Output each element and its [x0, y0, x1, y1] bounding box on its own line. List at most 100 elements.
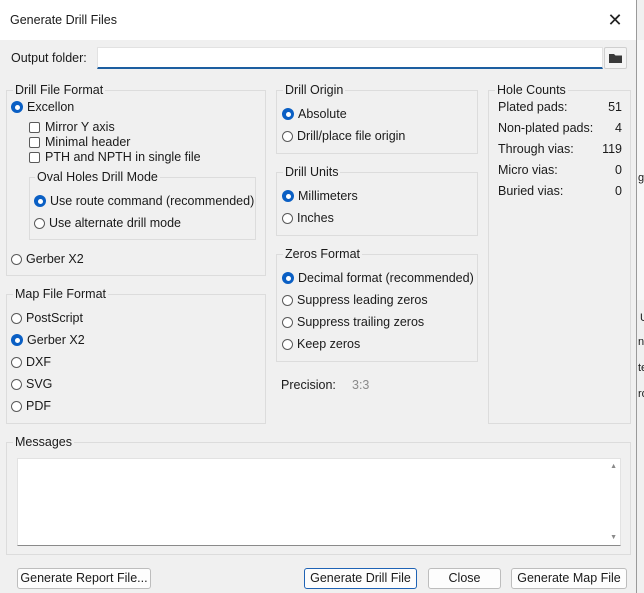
pth-npth-single-label: PTH and NPTH in single file [45, 150, 201, 164]
radio-icon [11, 400, 22, 412]
zeros-format-title: Zeros Format [283, 247, 363, 261]
generate-drill-button[interactable]: Generate Drill File [304, 568, 417, 589]
map-dxf-label: DXF [26, 355, 51, 369]
map-dxf-radio[interactable]: DXF [11, 353, 51, 371]
map-svg-radio[interactable]: SVG [11, 375, 52, 393]
precision-value: 3:3 [352, 378, 370, 392]
dialog-title: Generate Drill Files [10, 13, 117, 27]
drill-units-title: Drill Units [283, 165, 341, 179]
buried-vias-row: Buried vias: 0 [498, 184, 622, 198]
absolute-origin-label: Absolute [298, 107, 347, 121]
millimeters-label: Millimeters [298, 189, 358, 203]
background-text: U [640, 312, 644, 324]
generate-drill-files-dialog: Generate Drill Files ✕ Output folder: Dr… [0, 0, 637, 593]
decimal-format-label: Decimal format (recommended) [298, 271, 474, 285]
count-value: 0 [615, 184, 622, 198]
suppress-trailing-radio[interactable]: Suppress trailing zeros [282, 313, 424, 331]
millimeters-radio[interactable]: Millimeters [282, 187, 358, 205]
background-text: g [638, 172, 644, 184]
output-folder-input[interactable] [97, 47, 603, 69]
count-label: Through vias: [498, 142, 574, 156]
background-text: te [638, 362, 644, 374]
count-label: Buried vias: [498, 184, 564, 198]
file-origin-label: Drill/place file origin [297, 129, 406, 143]
suppress-leading-radio[interactable]: Suppress leading zeros [282, 291, 428, 309]
checkbox-icon [29, 136, 40, 148]
scroll-up-icon[interactable]: ▲ [610, 463, 617, 470]
map-gerber-x2-label: Gerber X2 [27, 333, 85, 347]
count-value: 51 [608, 100, 622, 114]
messages-textarea[interactable]: ▲ ▼ [17, 458, 621, 546]
non-plated-pads-row: Non-plated pads: 4 [498, 121, 622, 135]
precision-label: Precision: [281, 378, 336, 392]
messages-title: Messages [13, 435, 74, 449]
count-label: Plated pads: [498, 100, 568, 114]
suppress-trailing-label: Suppress trailing zeros [297, 315, 425, 329]
folder-icon [609, 54, 622, 63]
inches-label: Inches [297, 211, 334, 225]
checkbox-icon [29, 121, 40, 133]
radio-icon [34, 217, 45, 229]
scroll-down-icon[interactable]: ▼ [610, 534, 617, 541]
alternate-drill-radio[interactable]: Use alternate drill mode [34, 214, 181, 232]
route-command-radio[interactable]: Use route command (recommended) [34, 192, 254, 210]
radio-icon [282, 294, 293, 306]
checkbox-icon [29, 151, 40, 163]
background-window [636, 40, 644, 300]
drill-origin-title: Drill Origin [283, 83, 346, 97]
hole-counts-title: Hole Counts [495, 83, 568, 97]
map-pdf-label: PDF [26, 399, 51, 413]
radio-selected-icon [34, 195, 46, 207]
radio-icon [11, 378, 22, 390]
radio-icon [282, 130, 293, 142]
minimal-header-label: Minimal header [45, 135, 131, 149]
keep-zeros-radio[interactable]: Keep zeros [282, 335, 360, 353]
suppress-leading-label: Suppress leading zeros [297, 293, 428, 307]
count-value: 0 [615, 163, 622, 177]
count-value: 4 [615, 121, 622, 135]
oval-holes-title: Oval Holes Drill Mode [35, 170, 160, 184]
browse-folder-button[interactable] [604, 47, 627, 69]
file-origin-radio[interactable]: Drill/place file origin [282, 127, 405, 145]
map-file-format-title: Map File Format [13, 287, 108, 301]
count-value: 119 [602, 142, 622, 156]
radio-icon [11, 253, 22, 265]
output-folder-label: Output folder: [11, 51, 87, 65]
absolute-origin-radio[interactable]: Absolute [282, 105, 347, 123]
radio-selected-icon [282, 190, 294, 202]
generate-report-button[interactable]: Generate Report File... [17, 568, 151, 589]
mirror-y-label: Mirror Y axis [45, 120, 115, 134]
map-pdf-radio[interactable]: PDF [11, 397, 51, 415]
background-text: na [638, 336, 644, 348]
generate-map-button[interactable]: Generate Map File [511, 568, 627, 589]
background-text: ro [638, 388, 644, 400]
radio-icon [11, 356, 22, 368]
map-postscript-label: PostScript [26, 311, 83, 325]
plated-pads-row: Plated pads: 51 [498, 100, 622, 114]
close-button[interactable]: Close [428, 568, 501, 589]
excellon-label: Excellon [27, 100, 75, 114]
hole-counts-group [488, 90, 631, 424]
map-gerber-x2-radio[interactable]: Gerber X2 [11, 331, 85, 349]
radio-selected-icon [11, 334, 23, 346]
radio-selected-icon [282, 108, 294, 120]
gerber-x2-drill-label: Gerber X2 [26, 252, 84, 266]
alternate-drill-label: Use alternate drill mode [49, 216, 182, 230]
count-label: Micro vias: [498, 163, 558, 177]
close-icon[interactable]: ✕ [602, 8, 628, 32]
through-vias-row: Through vias: 119 [498, 142, 622, 156]
map-postscript-radio[interactable]: PostScript [11, 309, 83, 327]
excellon-radio[interactable]: Excellon [11, 98, 74, 116]
map-svg-label: SVG [26, 377, 53, 391]
radio-selected-icon [11, 101, 23, 113]
radio-icon [282, 316, 293, 328]
pth-npth-single-checkbox[interactable]: PTH and NPTH in single file [29, 148, 201, 166]
count-label: Non-plated pads: [498, 121, 594, 135]
radio-icon [282, 212, 293, 224]
inches-radio[interactable]: Inches [282, 209, 334, 227]
decimal-format-radio[interactable]: Decimal format (recommended) [282, 269, 474, 287]
drill-file-format-title: Drill File Format [13, 83, 106, 97]
gerber-x2-drill-radio[interactable]: Gerber X2 [11, 250, 84, 268]
route-command-label: Use route command (recommended) [50, 194, 255, 208]
radio-icon [282, 338, 293, 350]
